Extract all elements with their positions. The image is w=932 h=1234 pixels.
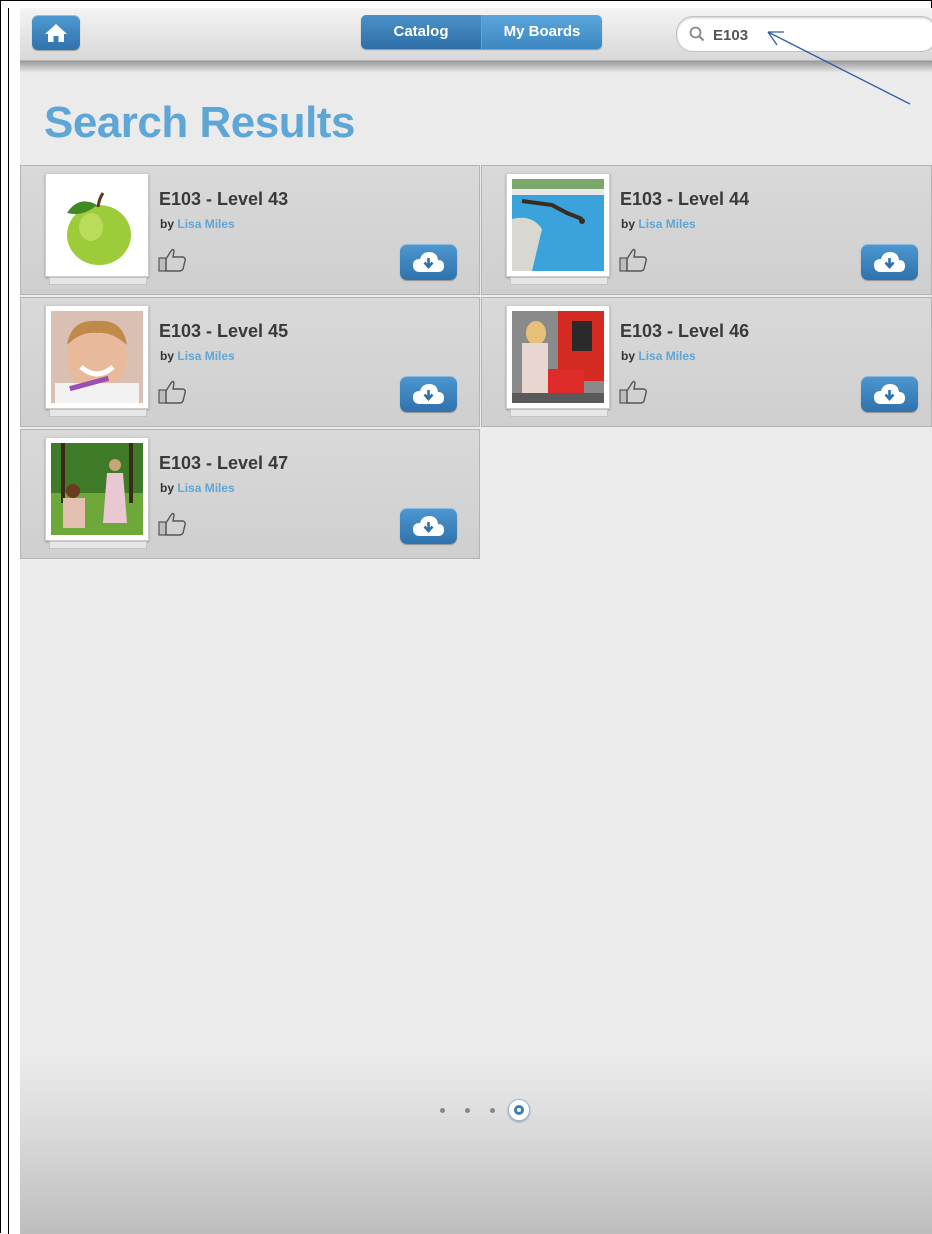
author-link[interactable]: Lisa Miles	[177, 481, 234, 495]
thumbnail-base	[510, 277, 608, 285]
home-button[interactable]	[32, 15, 80, 50]
thumbnail-base	[49, 277, 147, 285]
page-dot[interactable]	[465, 1108, 470, 1113]
by-label: by	[160, 349, 175, 363]
byline: by Lisa Miles	[160, 349, 235, 363]
search-icon	[689, 26, 705, 42]
thumbnail-frame	[506, 305, 610, 409]
by-label: by	[621, 217, 636, 231]
cloud-download-icon	[413, 252, 444, 272]
store-image	[512, 311, 604, 403]
result-title[interactable]: E103 - Level 47	[159, 453, 288, 474]
thumbnail-frame	[45, 173, 149, 277]
download-button[interactable]	[861, 376, 918, 412]
thumbnail-frame	[45, 305, 149, 409]
thumbnail[interactable]	[506, 173, 610, 285]
thumbnail[interactable]	[45, 173, 149, 285]
thumbnail[interactable]	[506, 305, 610, 417]
thumbs-up-icon[interactable]	[618, 379, 650, 405]
result-title[interactable]: E103 - Level 46	[620, 321, 749, 342]
cloud-download-icon	[874, 384, 905, 404]
byline: by Lisa Miles	[621, 217, 696, 231]
apple-image	[51, 179, 143, 271]
thumbs-up-icon[interactable]	[157, 511, 189, 537]
download-button[interactable]	[400, 376, 457, 412]
thumbs-up-icon[interactable]	[618, 247, 650, 273]
thumbnail[interactable]	[45, 305, 149, 417]
result-title[interactable]: E103 - Level 44	[620, 189, 749, 210]
tab-catalog[interactable]: Catalog	[361, 15, 482, 49]
result-card[interactable]: E103 - Level 46 by Lisa Miles	[481, 297, 932, 427]
result-title[interactable]: E103 - Level 45	[159, 321, 288, 342]
by-label: by	[160, 217, 175, 231]
annotation-arrow	[767, 31, 911, 105]
by-label: by	[621, 349, 636, 363]
download-button[interactable]	[400, 244, 457, 280]
home-icon	[45, 24, 67, 42]
author-link[interactable]: Lisa Miles	[638, 217, 695, 231]
cloud-download-icon	[413, 516, 444, 536]
author-link[interactable]: Lisa Miles	[638, 349, 695, 363]
cloud-download-icon	[874, 252, 905, 272]
byline: by Lisa Miles	[160, 481, 235, 495]
thumbnail-base	[49, 541, 147, 549]
page-dot[interactable]	[440, 1108, 445, 1113]
tab-my-boards[interactable]: My Boards	[482, 15, 602, 49]
author-link[interactable]: Lisa Miles	[177, 217, 234, 231]
thumbs-up-icon[interactable]	[157, 379, 189, 405]
girl-brushing-image	[51, 311, 143, 403]
result-card[interactable]: E103 - Level 44 by Lisa Miles	[481, 165, 932, 295]
page-dot-active[interactable]	[508, 1099, 530, 1121]
thumbnail-base	[510, 409, 608, 417]
page-title: Search Results	[44, 98, 355, 147]
result-card[interactable]: E103 - Level 47 by Lisa Miles	[20, 429, 480, 559]
author-link[interactable]: Lisa Miles	[177, 349, 234, 363]
border-line	[8, 8, 9, 1234]
page-dot[interactable]	[490, 1108, 495, 1113]
byline: by Lisa Miles	[621, 349, 696, 363]
app-window: Catalog My Boards Search Results	[20, 8, 932, 1234]
cloud-download-icon	[413, 384, 444, 404]
thumbs-up-icon[interactable]	[157, 247, 189, 273]
result-card[interactable]: E103 - Level 45 by Lisa Miles	[20, 297, 480, 427]
result-title[interactable]: E103 - Level 43	[159, 189, 288, 210]
result-card[interactable]: E103 - Level 43 by Lisa Miles	[20, 165, 480, 295]
page-indicator[interactable]	[438, 1098, 558, 1124]
byline: by Lisa Miles	[160, 217, 235, 231]
thumbnail-frame	[506, 173, 610, 277]
diver-pool-image	[512, 179, 604, 271]
download-button[interactable]	[861, 244, 918, 280]
thumbnail-base	[49, 409, 147, 417]
by-label: by	[160, 481, 175, 495]
view-switcher: Catalog My Boards	[361, 15, 602, 49]
park-image	[51, 443, 143, 535]
thumbnail-frame	[45, 437, 149, 541]
thumbnail[interactable]	[45, 437, 149, 549]
download-button[interactable]	[400, 508, 457, 544]
